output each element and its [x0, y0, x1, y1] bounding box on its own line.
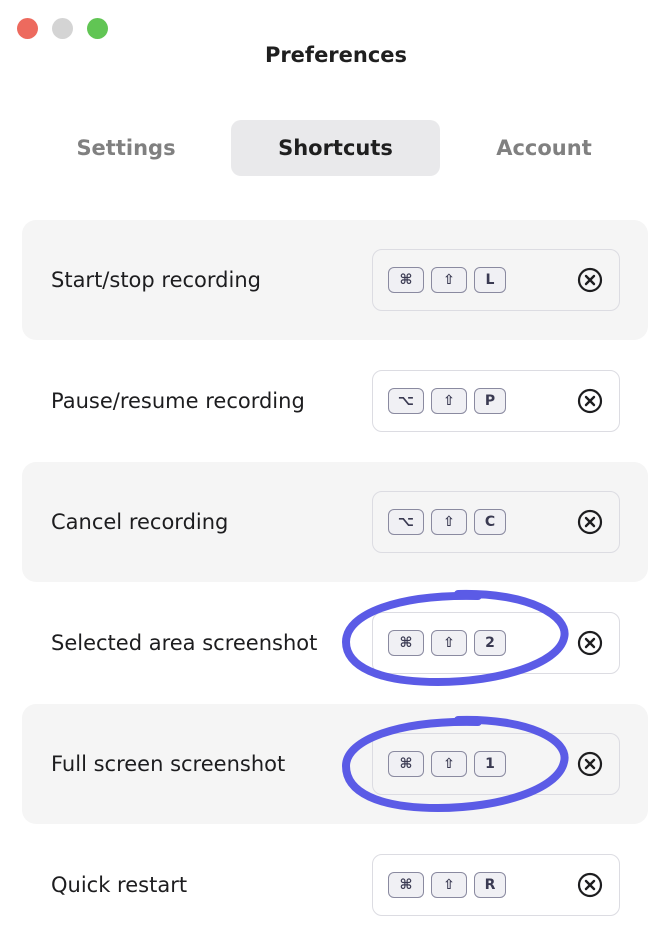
keycap: ⇧ [431, 751, 467, 777]
maximize-window-button[interactable] [87, 18, 108, 39]
keycap: P [474, 388, 506, 414]
keycap: 2 [474, 630, 506, 656]
clear-shortcut-icon[interactable] [577, 872, 603, 898]
keycap: C [474, 509, 506, 535]
shortcut-row: Quick restart ⌘ ⇧ R [22, 825, 648, 945]
key-combination: ⌥ ⇧ P [388, 388, 506, 414]
shortcut-recorder-field[interactable]: ⌘ ⇧ R [372, 854, 620, 916]
shortcut-label: Quick restart [51, 873, 188, 897]
keycap: L [474, 267, 506, 293]
shortcut-recorder-field[interactable]: ⌘ ⇧ L [372, 249, 620, 311]
key-combination: ⌘ ⇧ 1 [388, 751, 506, 777]
keycap: ⌘ [388, 872, 424, 898]
keycap: ⇧ [431, 388, 467, 414]
tab-shortcuts[interactable]: Shortcuts [231, 120, 440, 176]
clear-shortcut-icon[interactable] [577, 509, 603, 535]
shortcut-row: Start/stop recording ⌘ ⇧ L [22, 220, 648, 340]
clear-shortcut-icon[interactable] [577, 267, 603, 293]
keycap: ⇧ [431, 267, 467, 293]
clear-shortcut-icon[interactable] [577, 751, 603, 777]
tab-bar: Settings Shortcuts Account [22, 120, 648, 176]
shortcut-row: Selected area screenshot ⌘ ⇧ 2 [22, 583, 648, 703]
key-combination: ⌘ ⇧ 2 [388, 630, 506, 656]
shortcut-recorder-field[interactable]: ⌘ ⇧ 1 [372, 733, 620, 795]
shortcut-label: Full screen screenshot [51, 752, 286, 776]
clear-shortcut-icon[interactable] [577, 388, 603, 414]
tab-settings[interactable]: Settings [44, 120, 208, 176]
shortcut-recorder-field[interactable]: ⌘ ⇧ 2 [372, 612, 620, 674]
shortcut-recorder-field[interactable]: ⌥ ⇧ C [372, 491, 620, 553]
shortcut-row: Pause/resume recording ⌥ ⇧ P [22, 341, 648, 461]
shortcut-label: Cancel recording [51, 510, 229, 534]
shortcut-recorder-field[interactable]: ⌥ ⇧ P [372, 370, 620, 432]
shortcut-row: Full screen screenshot ⌘ ⇧ 1 [22, 704, 648, 824]
key-combination: ⌘ ⇧ R [388, 872, 506, 898]
shortcut-label: Pause/resume recording [51, 389, 305, 413]
keycap: ⌘ [388, 267, 424, 293]
key-combination: ⌥ ⇧ C [388, 509, 506, 535]
clear-shortcut-icon[interactable] [577, 630, 603, 656]
keycap: ⌥ [388, 388, 424, 414]
keycap: ⌘ [388, 751, 424, 777]
shortcut-label: Start/stop recording [51, 268, 261, 292]
shortcut-label: Selected area screenshot [51, 631, 318, 655]
close-window-button[interactable] [17, 18, 38, 39]
minimize-window-button[interactable] [52, 18, 73, 39]
keycap: ⇧ [431, 509, 467, 535]
keycap: R [474, 872, 506, 898]
keycap: 1 [474, 751, 506, 777]
keycap: ⌘ [388, 630, 424, 656]
keycap: ⌥ [388, 509, 424, 535]
keycap: ⇧ [431, 630, 467, 656]
shortcut-row: Cancel recording ⌥ ⇧ C [22, 462, 648, 582]
keycap: ⇧ [431, 872, 467, 898]
window-controls [17, 18, 108, 39]
tab-account[interactable]: Account [462, 120, 626, 176]
window-title: Preferences [264, 43, 408, 67]
key-combination: ⌘ ⇧ L [388, 267, 506, 293]
